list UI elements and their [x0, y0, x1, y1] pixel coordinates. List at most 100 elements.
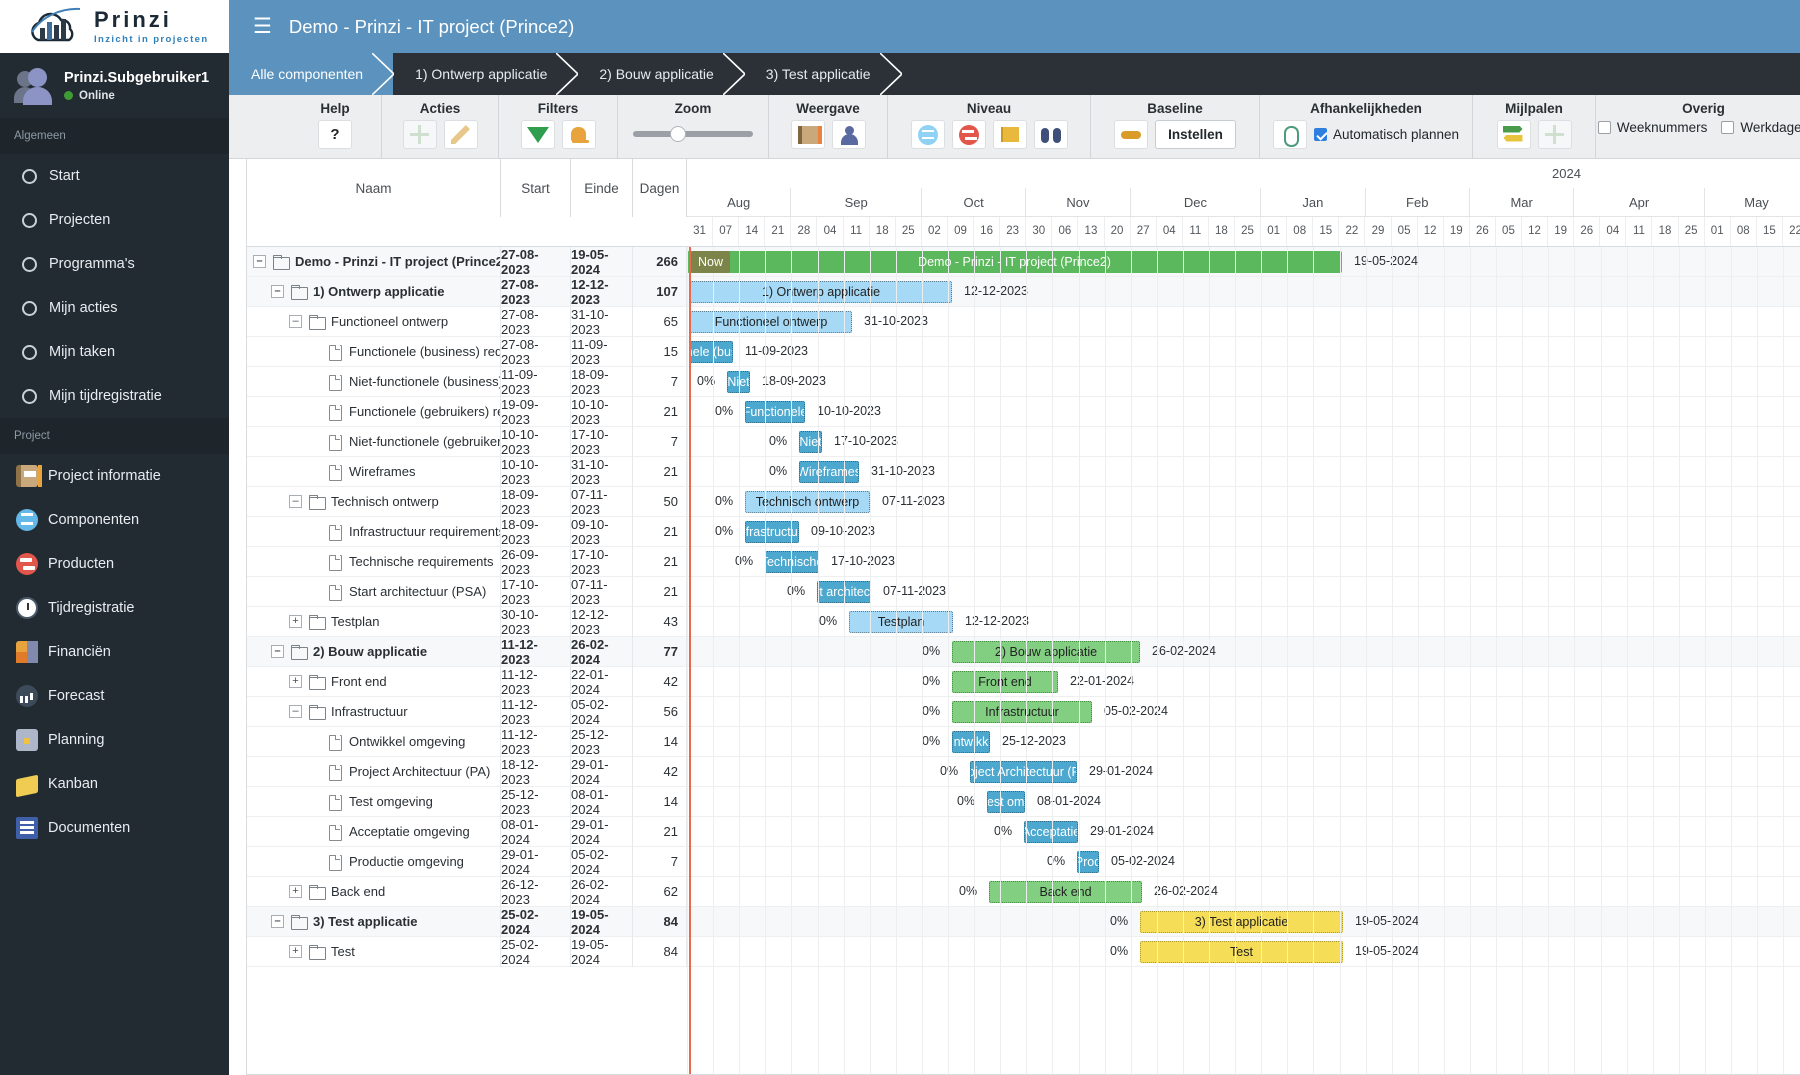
table-row[interactable]: Start architectuur (PSA) 17-10-2023 07-11-… [247, 576, 687, 607]
expand-toggle[interactable]: + [289, 675, 302, 688]
checkbox-box-icon[interactable] [1721, 121, 1735, 134]
gantt-bar[interactable]: Demo - Prinzi - IT project (Prince2) [687, 251, 1342, 273]
column-header-dagen[interactable]: Dagen [633, 159, 687, 217]
sidebar-item-documenten[interactable]: Documenten [0, 806, 229, 850]
table-row[interactable]: Project Architectuur (PA) 18-12-2023 29-01… [247, 756, 687, 787]
gantt-bar[interactable]: Test omg [987, 791, 1025, 813]
table-row[interactable]: Niet-functionele (gebruikers) requiremen… [247, 426, 687, 457]
sidebar-item-mijn-tijdregistratie[interactable]: Mijn tijdregistratie [0, 374, 229, 418]
table-row[interactable]: – Demo - Prinzi - IT project (Prince2) 27-… [247, 247, 687, 277]
table-row[interactable]: Technische requirements 26-09-2023 17-10-2… [247, 546, 687, 577]
sidebar-item-forecast[interactable]: Forecast [0, 674, 229, 718]
gantt-bar[interactable]: 2) Bouw applicatie [952, 641, 1140, 663]
flag-icon[interactable] [992, 120, 1027, 149]
sidebar-item-producten[interactable]: Producten [0, 542, 229, 586]
table-row[interactable]: Infrastructuur requirements 18-09-2023 09-… [247, 516, 687, 547]
book-view-icon[interactable] [790, 120, 825, 149]
sidebar-item-programmas[interactable]: Programma's [0, 242, 229, 286]
collapse-toggle[interactable]: – [289, 495, 302, 508]
table-row[interactable]: – Technisch ontwerp 18-09-2023 07-11-2023 50 [247, 486, 687, 517]
sidebar-item-kanban[interactable]: Kanban [0, 762, 229, 806]
table-row[interactable]: – 1) Ontwerp applicatie 27-08-2023 12-12-20… [247, 276, 687, 307]
table-row[interactable]: – 2) Bouw applicatie 11-12-2023 26-02-2024 7… [247, 636, 687, 667]
table-row[interactable]: Ontwikkel omgeving 11-12-2023 25-12-2023 14 [247, 726, 687, 757]
gantt-bar[interactable]: Functioneel ontwerp [690, 311, 852, 333]
expand-toggle[interactable]: + [289, 615, 302, 628]
bell-icon[interactable] [561, 120, 596, 149]
milestone-sign-icon[interactable] [1496, 120, 1531, 149]
component-icon[interactable] [910, 120, 945, 149]
sidebar-item-tijdregistratie[interactable]: Tijdregistratie [0, 586, 229, 630]
gantt-bar[interactable]: Functionele [745, 401, 805, 423]
table-row[interactable]: + Front end 11-12-2023 22-01-2024 42 [247, 666, 687, 697]
help-question-icon[interactable]: ? [318, 120, 352, 149]
zoom-slider-handle[interactable] [670, 126, 686, 142]
add-milestone-icon[interactable] [1537, 120, 1572, 149]
gantt-bar[interactable]: Project Architectuur (PA) [970, 761, 1077, 783]
hamburger-menu-icon[interactable]: ☰ [253, 16, 272, 37]
collapse-toggle[interactable]: – [271, 915, 284, 928]
table-row[interactable]: Niet-functionele (business) requirements… [247, 366, 687, 397]
column-header-naam[interactable]: Naam [247, 159, 501, 217]
tab-test-applicatie[interactable]: 3) Test applicatie [744, 53, 902, 95]
expand-toggle[interactable]: + [289, 945, 302, 958]
expand-toggle[interactable]: + [289, 885, 302, 898]
table-row[interactable]: Wireframes 10-10-2023 31-10-2023 21 [247, 456, 687, 487]
table-row[interactable]: – 3) Test applicatie 25-02-2024 19-05-2024 8… [247, 906, 687, 937]
tab-ontwerp-applicatie[interactable]: 1) Ontwerp applicatie [393, 53, 579, 95]
column-header-einde[interactable]: Einde [571, 159, 633, 217]
automatisch-plannen-checkbox[interactable]: Automatisch plannen [1313, 127, 1459, 142]
baseline-instellen-button[interactable]: Instellen [1155, 120, 1236, 149]
gantt-bar[interactable]: Back end [989, 881, 1142, 903]
sidebar-item-project-informatie[interactable]: Project informatie [0, 454, 229, 498]
table-row[interactable]: + Test 25-02-2024 19-05-2024 84 [247, 936, 687, 967]
column-header-start[interactable]: Start [501, 159, 571, 217]
collapse-toggle[interactable]: – [271, 645, 284, 658]
gantt-bar[interactable]: Technisch ontwerp [745, 491, 870, 513]
collapse-toggle[interactable]: – [253, 255, 266, 268]
collapse-toggle[interactable]: – [271, 285, 284, 298]
table-row[interactable]: Functionele (business) requirements27-08… [247, 336, 687, 367]
binoculars-icon[interactable] [1033, 120, 1068, 149]
collapse-toggle[interactable]: – [289, 705, 302, 718]
sidebar-item-start[interactable]: Start [0, 154, 229, 198]
werkdagen-checkbox[interactable]: Werkdagen [1721, 120, 1800, 135]
gantt-bar[interactable]: Niet [799, 431, 822, 453]
sidebar-item-componenten[interactable]: Componenten [0, 498, 229, 542]
resource-view-icon[interactable] [831, 120, 866, 149]
brand-logo[interactable]: Prinzi Inzicht in projecten [0, 0, 229, 53]
table-row[interactable]: – Functioneel ontwerp 27-08-2023 31-10-2023… [247, 306, 687, 337]
user-profile[interactable]: Prinzi.Subgebruiker1 Online [0, 53, 229, 118]
table-row[interactable]: Functionele (gebruikers) requirements19-… [247, 396, 687, 427]
gantt-bar[interactable]: Front end [952, 671, 1058, 693]
tab-bouw-applicatie[interactable]: 2) Bouw applicatie [577, 53, 745, 95]
weeknummers-checkbox[interactable]: Weeknummers [1597, 120, 1707, 135]
gantt-bar[interactable]: Testplan [849, 611, 953, 633]
link-icon[interactable] [1272, 120, 1307, 149]
table-row[interactable]: + Testplan 30-10-2023 12-12-2023 43 [247, 606, 687, 637]
checkbox-box-icon[interactable] [1597, 121, 1611, 134]
zoom-slider[interactable] [633, 126, 753, 142]
gantt-bar[interactable]: Acceptatie [1024, 821, 1078, 843]
gantt-bar[interactable]: Infrastructuur [952, 701, 1092, 723]
edit-pencil-icon[interactable] [443, 120, 478, 149]
table-row[interactable]: + Back end 26-12-2023 26-02-2024 62 [247, 876, 687, 907]
gantt-bar[interactable]: Functionele (business) r [690, 341, 733, 363]
tab-alle-componenten[interactable]: Alle componenten [229, 53, 395, 95]
sidebar-item-mijn-acties[interactable]: Mijn acties [0, 286, 229, 330]
table-row[interactable]: Productie omgeving 29-01-2024 05-02-2024 7 [247, 846, 687, 877]
add-icon[interactable] [402, 120, 437, 149]
checkbox-box-icon[interactable] [1313, 128, 1327, 141]
baseline-bar-icon[interactable] [1114, 120, 1149, 149]
gantt-bar[interactable]: Ontwikkel [952, 731, 990, 753]
gantt-bar[interactable]: 1) Ontwerp applicatie [690, 281, 952, 303]
sidebar-item-financien[interactable]: Financiën [0, 630, 229, 674]
sidebar-item-projecten[interactable]: Projecten [0, 198, 229, 242]
collapse-toggle[interactable]: – [289, 315, 302, 328]
funnel-icon[interactable] [520, 120, 555, 149]
table-row[interactable]: Test omgeving 25-12-2023 08-01-2024 14 [247, 786, 687, 817]
table-row[interactable]: – Infrastructuur 11-12-2023 05-02-2024 56 [247, 696, 687, 727]
sidebar-item-planning[interactable]: Planning [0, 718, 229, 762]
sidebar-item-mijn-taken[interactable]: Mijn taken [0, 330, 229, 374]
gantt-bar[interactable]: Wireframes [799, 461, 859, 483]
